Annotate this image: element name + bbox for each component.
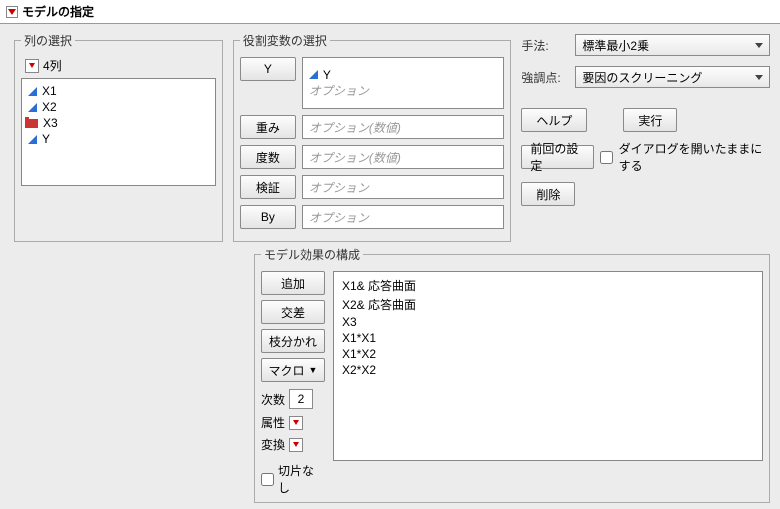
role-group: 役割変数の選択 Y Y オプション 重み オプション(数値) 度数 オプション(… [233, 32, 512, 242]
list-item[interactable]: X1*X1 [342, 330, 754, 346]
list-item[interactable]: X3 [342, 314, 754, 330]
list-item[interactable]: Y [28, 131, 209, 147]
macro-button[interactable]: マクロ▼ [261, 358, 325, 382]
emphasis-select[interactable]: 要因のスクリーニング [575, 66, 770, 88]
nominal-icon [28, 119, 38, 128]
weight-button[interactable]: 重み [240, 115, 296, 139]
list-item[interactable]: X2& 応答曲面 [342, 295, 754, 314]
list-item[interactable]: X2*X2 [342, 362, 754, 378]
continuous-icon [28, 135, 37, 144]
trans-dropdown-icon[interactable] [289, 438, 303, 452]
by-button[interactable]: By [240, 205, 296, 229]
cross-button[interactable]: 交差 [261, 300, 325, 324]
keep-open-label: ダイアログを開いたままにする [619, 140, 770, 174]
run-button[interactable]: 実行 [623, 108, 677, 132]
list-item[interactable]: X2 [28, 99, 209, 115]
collapse-icon[interactable] [6, 6, 18, 18]
add-button[interactable]: 追加 [261, 271, 325, 295]
freq-button[interactable]: 度数 [240, 145, 296, 169]
help-button[interactable]: ヘルプ [521, 108, 587, 132]
degree-label: 次数 [261, 391, 285, 408]
column-list[interactable]: X1 X2 X3 Y [21, 78, 216, 186]
section-title: モデルの指定 [22, 3, 94, 20]
nointercept-label: 切片なし [278, 462, 325, 496]
attr-dropdown-icon[interactable] [289, 416, 303, 430]
continuous-icon [28, 103, 37, 112]
effects-legend: モデル効果の構成 [261, 246, 363, 263]
right-panel: 手法: 標準最小2乗 強調点: 要因のスクリーニング ヘルプ 実行 前回の設定 … [521, 32, 770, 242]
column-dropdown-icon[interactable] [25, 59, 39, 73]
role-legend: 役割変数の選択 [240, 32, 330, 49]
section-header: モデルの指定 [0, 0, 780, 24]
weight-input[interactable]: オプション(数値) [302, 115, 505, 139]
freq-input[interactable]: オプション(数値) [302, 145, 505, 169]
effects-group: モデル効果の構成 追加 交差 枝分かれ マクロ▼ 次数 属性 変換 [254, 246, 770, 503]
method-label: 手法: [521, 37, 567, 54]
list-item[interactable]: X3 [28, 115, 209, 131]
continuous-icon [309, 70, 318, 79]
column-count-label: 4列 [43, 57, 62, 74]
remove-button[interactable]: 削除 [521, 182, 575, 206]
effects-list[interactable]: X1& 応答曲面 X2& 応答曲面 X3 X1*X1 X1*X2 X2*X2 [333, 271, 763, 461]
nest-button[interactable]: 枝分かれ [261, 329, 325, 353]
list-item[interactable]: X1& 応答曲面 [342, 276, 754, 295]
y-button[interactable]: Y [240, 57, 296, 81]
y-input[interactable]: Y オプション [302, 57, 505, 109]
list-item[interactable]: X1 [28, 83, 209, 99]
column-count-row: 4列 [21, 57, 216, 78]
by-input[interactable]: オプション [302, 205, 505, 229]
list-item[interactable]: X1*X2 [342, 346, 754, 362]
main-area: 列の選択 4列 X1 X2 X3 Y 役割変数の選択 Y Y オプション 重み … [0, 24, 780, 246]
nointercept-checkbox[interactable] [261, 473, 274, 486]
valid-input[interactable]: オプション [302, 175, 505, 199]
trans-label: 変換 [261, 436, 285, 453]
recall-button[interactable]: 前回の設定 [521, 145, 593, 169]
continuous-icon [28, 87, 37, 96]
column-select-group: 列の選択 4列 X1 X2 X3 Y [14, 32, 223, 242]
keep-open-checkbox[interactable] [600, 151, 613, 164]
column-select-legend: 列の選択 [21, 32, 75, 49]
attr-label: 属性 [261, 414, 285, 431]
valid-button[interactable]: 検証 [240, 175, 296, 199]
method-select[interactable]: 標準最小2乗 [575, 34, 770, 56]
emphasis-label: 強調点: [521, 69, 567, 86]
degree-input[interactable] [289, 389, 313, 409]
